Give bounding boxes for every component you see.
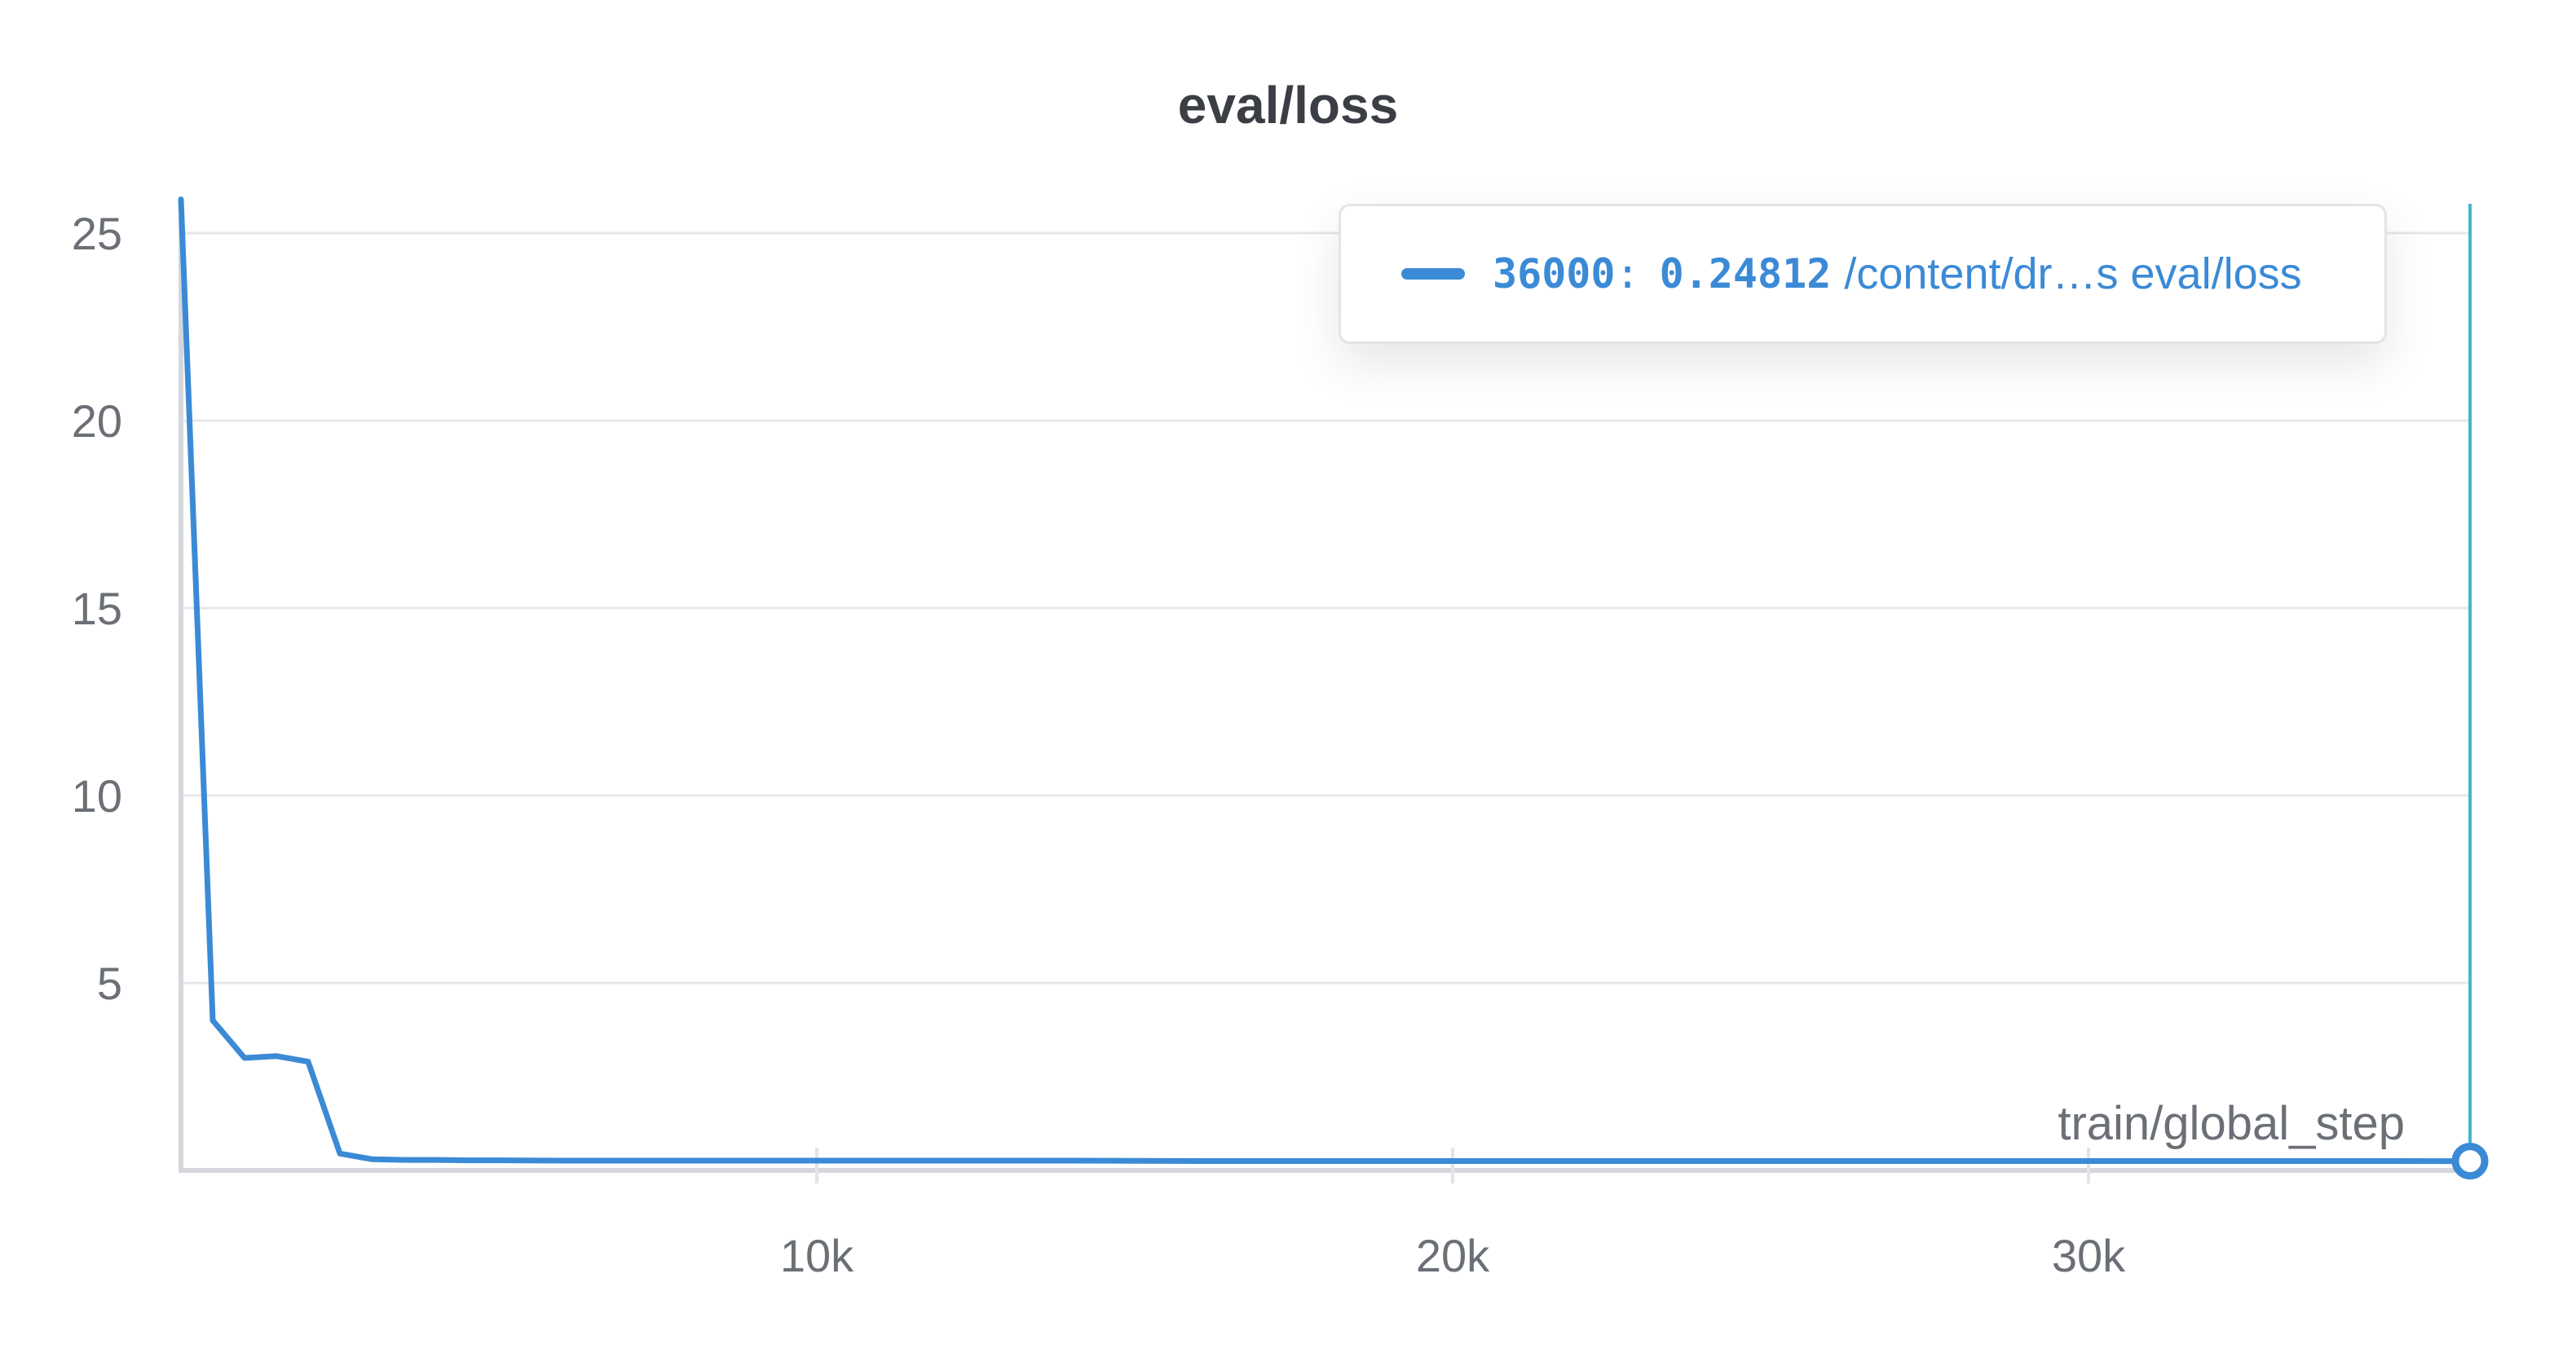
hover-tooltip: 36000 : 0.24812 /content/dr…s eval/loss bbox=[1339, 204, 2387, 344]
y-tick-labels: 5 10 15 20 25 bbox=[72, 208, 122, 1009]
y-tick-label: 20 bbox=[72, 395, 122, 447]
grid-lines bbox=[181, 231, 2470, 985]
x-tick-label: 10k bbox=[780, 1230, 854, 1281]
x-tick-label: 20k bbox=[1416, 1230, 1490, 1281]
tooltip-run-name: /content/dr…s eval/loss bbox=[1844, 249, 2302, 298]
x-tick-labels: 10k 20k 30k bbox=[780, 1148, 2126, 1281]
tooltip-separator: : bbox=[1615, 250, 1640, 297]
x-axis-label: train/global_step bbox=[2058, 1097, 2405, 1150]
hover-point-marker[interactable] bbox=[2451, 1143, 2489, 1180]
y-tick-label: 25 bbox=[72, 208, 122, 259]
tooltip-value: 0.24812 bbox=[1659, 250, 1832, 297]
axes bbox=[179, 205, 2470, 1173]
series-color-swatch bbox=[1401, 268, 1465, 280]
x-tick-label: 30k bbox=[2052, 1230, 2126, 1281]
chart-plot-area[interactable]: 5 10 15 20 25 10k 20k 30k train/global_step bbox=[0, 0, 2576, 1353]
tooltip-step: 36000 bbox=[1493, 250, 1616, 297]
y-tick-label: 10 bbox=[72, 770, 122, 822]
y-tick-label: 15 bbox=[72, 583, 122, 634]
y-tick-label: 5 bbox=[97, 958, 122, 1009]
